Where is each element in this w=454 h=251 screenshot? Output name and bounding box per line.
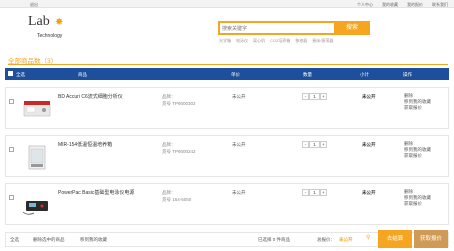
hot-keyword[interactable]: 离心机 bbox=[253, 38, 265, 44]
qty-decrease-button[interactable]: - bbox=[302, 93, 309, 100]
header-qty: 数量 bbox=[303, 72, 312, 77]
product-name[interactable]: BD Accuri C6流式细胞分析仪 bbox=[58, 93, 123, 100]
get-quote-link[interactable]: 获取报价 bbox=[404, 105, 431, 111]
row-subtotal: 未公开 bbox=[362, 94, 376, 99]
product-image[interactable] bbox=[20, 144, 54, 170]
product-name[interactable]: MIR-154低温恒温培养箱 bbox=[58, 141, 112, 148]
qty-increase-button[interactable]: + bbox=[320, 93, 327, 100]
qty-decrease-button[interactable]: - bbox=[302, 189, 309, 196]
product-image[interactable] bbox=[20, 192, 54, 218]
cart-row: BD Accuri C6流式细胞分析仪 品牌： 货号 TP9000302 未公开… bbox=[5, 87, 449, 129]
qty-increase-button[interactable]: + bbox=[320, 141, 327, 148]
row-checkbox[interactable] bbox=[9, 91, 14, 109]
logout-link[interactable]: 退出 bbox=[30, 2, 38, 8]
selected-count: 已选择 0 件商品 bbox=[258, 237, 291, 242]
delete-selected-link[interactable]: 删除选中的商品 bbox=[33, 237, 65, 243]
get-quote-button[interactable]: 获取报价 bbox=[414, 230, 448, 248]
hot-keyword[interactable]: 摇床/振荡器 bbox=[312, 38, 333, 44]
get-quote-link[interactable]: 获取报价 bbox=[404, 153, 431, 159]
total-value: 未公开 bbox=[339, 237, 353, 242]
row-subtotal: 未公开 bbox=[362, 190, 376, 195]
row-checkbox[interactable] bbox=[9, 187, 14, 205]
row-checkbox[interactable] bbox=[9, 139, 14, 157]
search-box: 搜索 bbox=[218, 21, 370, 35]
product-model: 货号 TP9000302 bbox=[162, 101, 196, 106]
qty-input[interactable]: 1 bbox=[309, 93, 320, 100]
search-button[interactable]: 搜索 bbox=[334, 21, 370, 35]
star-icon: ✸ bbox=[55, 17, 64, 28]
header-price: 单价 bbox=[231, 72, 240, 77]
header-ops: 操作 bbox=[403, 72, 412, 77]
quantity-stepper: - 1 + bbox=[302, 141, 332, 148]
footer-select-all[interactable]: 全选 bbox=[10, 237, 19, 243]
top-link-favorites[interactable]: 我的收藏 bbox=[382, 2, 398, 8]
hot-keyword[interactable]: 电泳仪 bbox=[236, 38, 248, 44]
site-logo[interactable]: Lab ✸ Technology bbox=[28, 14, 68, 48]
row-subtotal: 未公开 bbox=[362, 142, 376, 147]
title-divider bbox=[8, 64, 448, 65]
cart-row: MIR-154低温恒温培养箱 品牌： 货号 TP9000242 未公开 - 1 … bbox=[5, 135, 449, 177]
product-model: 货号 164-5050 bbox=[162, 197, 192, 202]
unit-price: 未公开 bbox=[232, 190, 246, 195]
hot-keyword[interactable]: CO2培养箱 bbox=[270, 38, 290, 44]
logo-wordmark: Lab bbox=[28, 14, 50, 29]
cart-table-header: 全选 商品 单价 数量 小计 操作 bbox=[5, 68, 449, 80]
brand-label: 品牌： bbox=[162, 94, 176, 99]
hot-keyword[interactable]: 移液器 bbox=[295, 38, 307, 44]
logo-subtitle: Technology bbox=[37, 33, 63, 39]
top-link-personal-center[interactable]: 个人中心 bbox=[357, 2, 373, 8]
qty-input[interactable]: 1 bbox=[309, 141, 320, 148]
location-pin-icon: ⚲ bbox=[366, 235, 371, 241]
top-link-contact[interactable]: 联系我们 bbox=[432, 2, 448, 8]
brand-label: 品牌： bbox=[162, 142, 176, 147]
unit-price: 未公开 bbox=[232, 142, 246, 147]
product-image[interactable] bbox=[20, 96, 54, 122]
checkout-button[interactable]: 去结算 bbox=[378, 230, 412, 248]
header-product: 商品 bbox=[78, 72, 87, 77]
quantity-stepper: - 1 + bbox=[302, 93, 332, 100]
cart-row: PowerPac Basic基础型电泳仪电源 品牌： 货号 164-5050 未… bbox=[5, 183, 449, 225]
select-all-checkbox[interactable] bbox=[8, 71, 13, 77]
hot-keywords: 光学箱 电泳仪 离心机 CO2培养箱 移液器 摇床/振荡器 bbox=[219, 38, 333, 44]
header-select-all[interactable]: 全选 bbox=[16, 72, 25, 78]
top-links: 个人中心 我的收藏 我的报价 联系我们 bbox=[357, 2, 448, 8]
total-label: 总报价： bbox=[317, 237, 335, 242]
top-bar: 退出 个人中心 我的收藏 我的报价 联系我们 bbox=[0, 0, 454, 8]
qty-decrease-button[interactable]: - bbox=[302, 141, 309, 148]
header-subtotal: 小计 bbox=[360, 72, 369, 77]
top-link-quotes[interactable]: 我的报价 bbox=[407, 2, 423, 8]
quantity-stepper: - 1 + bbox=[302, 189, 332, 196]
product-name[interactable]: PowerPac Basic基础型电泳仪电源 bbox=[58, 189, 134, 196]
qty-increase-button[interactable]: + bbox=[320, 189, 327, 196]
hot-keyword[interactable]: 光学箱 bbox=[219, 38, 231, 44]
get-quote-link[interactable]: 获取报价 bbox=[404, 201, 431, 207]
product-model: 货号 TP9000242 bbox=[162, 149, 196, 154]
brand-label: 品牌： bbox=[162, 190, 176, 195]
qty-input[interactable]: 1 bbox=[309, 189, 320, 196]
unit-price: 未公开 bbox=[232, 94, 246, 99]
move-to-favorites-link[interactable]: 移到我的收藏 bbox=[80, 237, 107, 243]
